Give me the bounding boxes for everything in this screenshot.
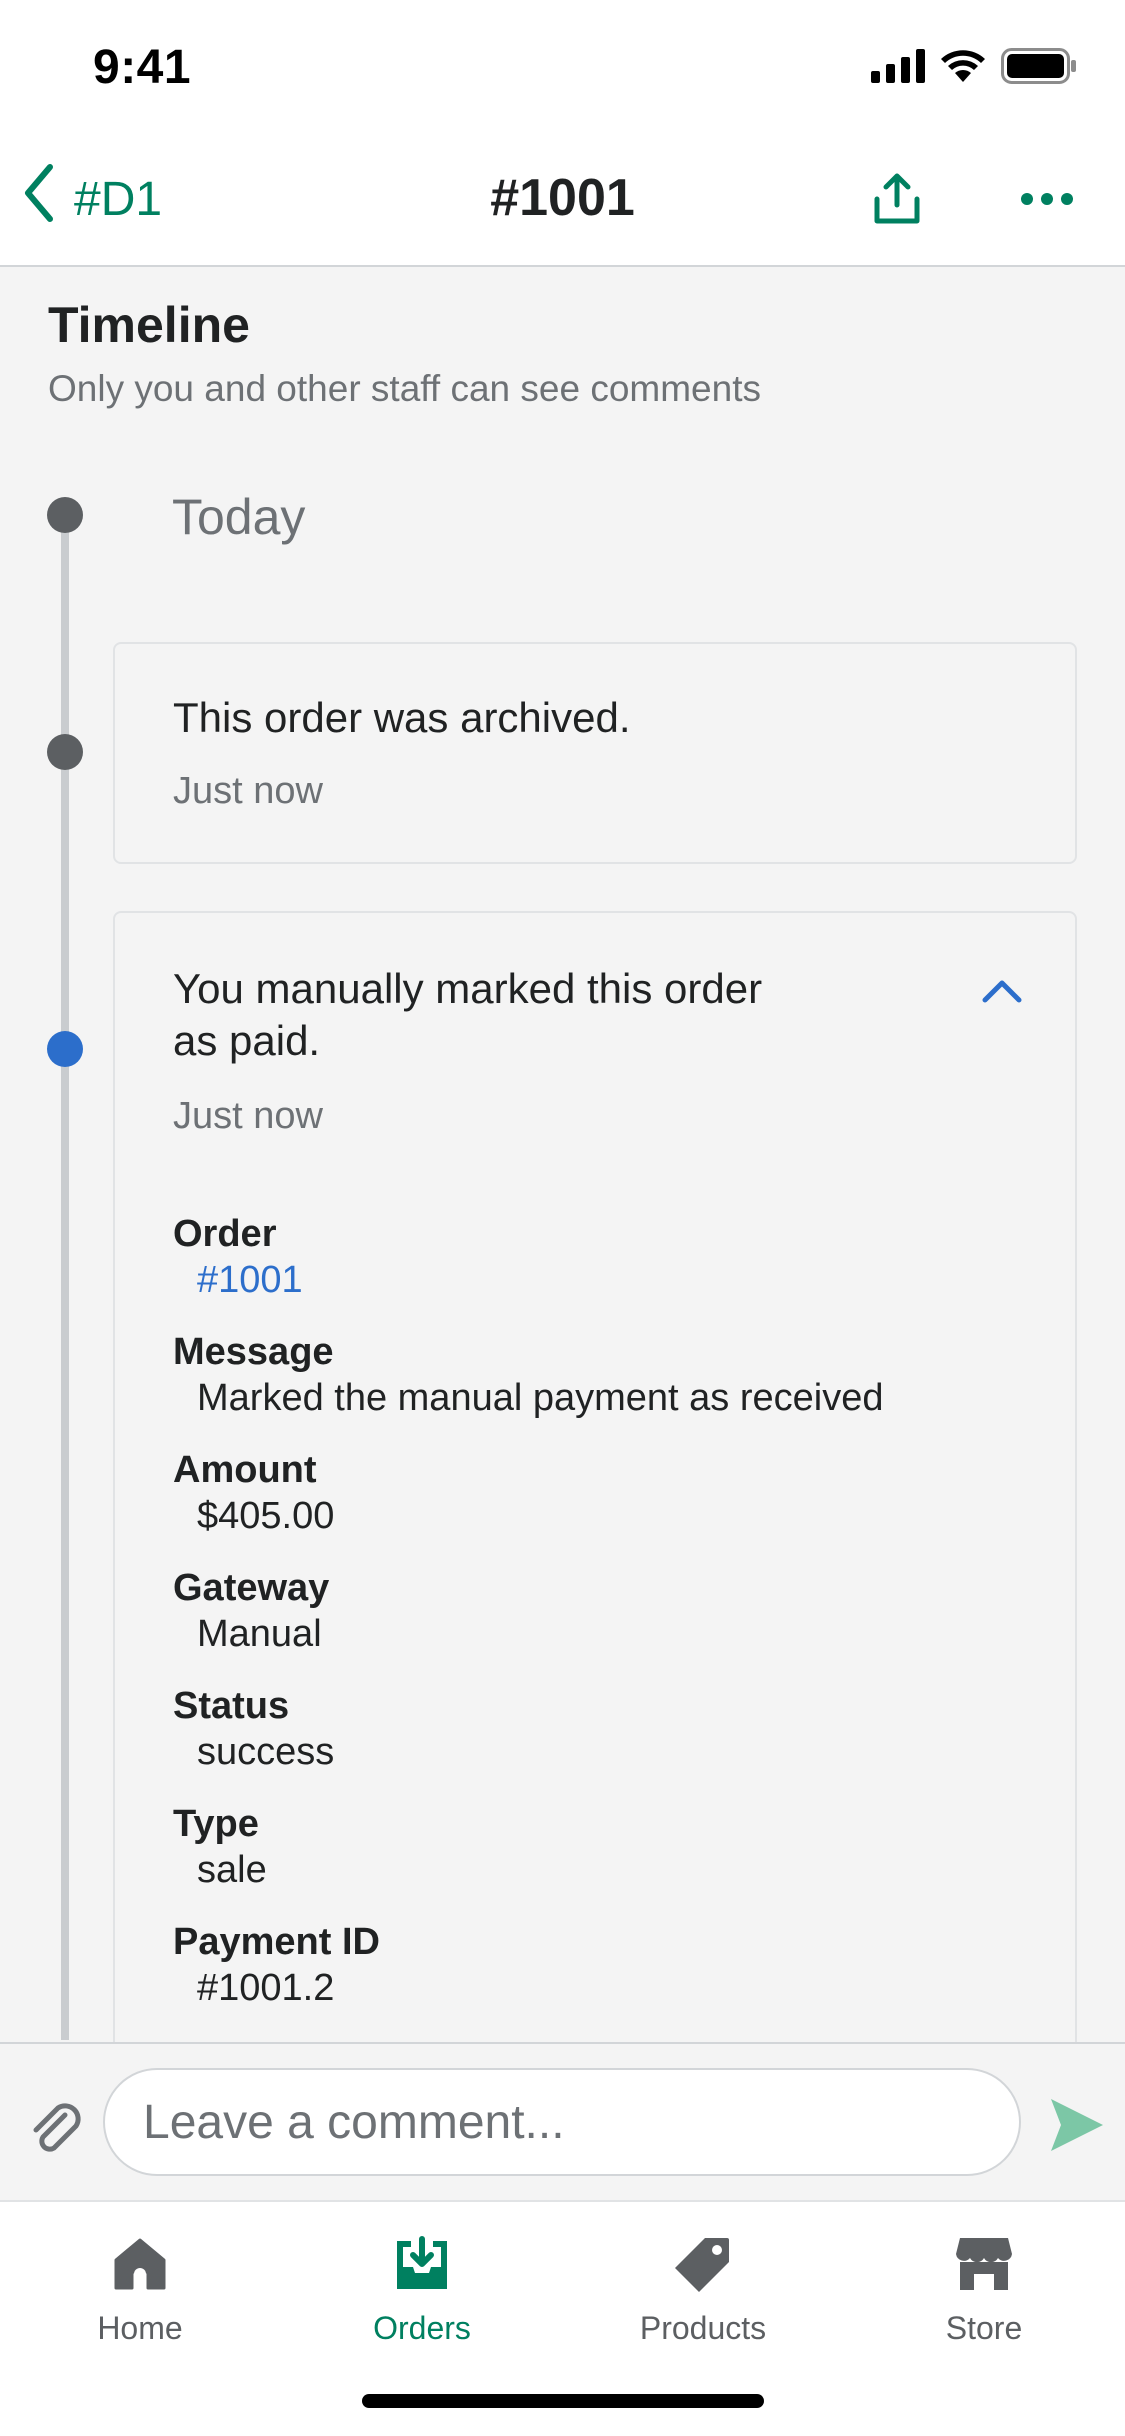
timeline-dot-today bbox=[47, 497, 83, 533]
detail-payment-id-value: #1001.2 bbox=[197, 1967, 335, 2009]
detail-type-value: sale bbox=[197, 1849, 267, 1891]
event-time: Just now bbox=[173, 1095, 323, 1137]
tab-orders[interactable]: Orders bbox=[302, 2232, 542, 2362]
event-time: Just now bbox=[173, 770, 323, 812]
battery-icon bbox=[1001, 47, 1077, 89]
status-bar: 9:41 bbox=[0, 0, 1125, 132]
detail-type-label: Type bbox=[173, 1803, 259, 1845]
timeline-dot-archived bbox=[47, 734, 83, 770]
back-button[interactable]: #D1 bbox=[22, 164, 162, 234]
tab-home[interactable]: Home bbox=[20, 2232, 260, 2362]
detail-message-label: Message bbox=[173, 1331, 334, 1373]
home-indicator bbox=[362, 2394, 764, 2408]
timeline-dot-paid bbox=[47, 1031, 83, 1067]
chevron-left-icon bbox=[22, 163, 56, 235]
detail-payment-id-label: Payment ID bbox=[173, 1921, 380, 1963]
detail-message-value: Marked the manual payment as received bbox=[197, 1377, 884, 1419]
back-label: #D1 bbox=[74, 172, 163, 226]
more-icon bbox=[1020, 192, 1074, 211]
send-button[interactable] bbox=[1044, 2094, 1110, 2160]
chevron-up-icon bbox=[981, 978, 1023, 1009]
collapse-button[interactable] bbox=[977, 973, 1027, 1013]
nav-bar: #D1 #1001 bbox=[0, 132, 1125, 267]
comment-input[interactable] bbox=[103, 2068, 1021, 2176]
detail-amount-value: $405.00 bbox=[197, 1495, 335, 1537]
tab-products[interactable]: Products bbox=[583, 2232, 823, 2362]
event-card-paid: You manually marked this order as paid. … bbox=[113, 911, 1077, 2061]
detail-status-label: Status bbox=[173, 1685, 290, 1727]
event-text-line2: as paid. bbox=[173, 1017, 321, 1064]
detail-order-label: Order bbox=[173, 1213, 277, 1255]
tab-bar: Home Orders Products Store bbox=[0, 2200, 1125, 2436]
detail-gateway-label: Gateway bbox=[173, 1567, 330, 1609]
tab-label: Products bbox=[639, 2310, 767, 2346]
status-icons bbox=[871, 47, 1077, 89]
timeline-day-label: Today bbox=[172, 489, 306, 545]
detail-order-link[interactable]: #1001 bbox=[197, 1259, 303, 1302]
share-button[interactable] bbox=[862, 166, 932, 236]
tab-label: Orders bbox=[373, 2310, 471, 2346]
timeline-subtitle: Only you and other staff can see comment… bbox=[48, 368, 761, 409]
home-icon bbox=[108, 2232, 172, 2296]
event-card-archived: This order was archived. Just now bbox=[113, 642, 1077, 864]
wifi-icon bbox=[939, 48, 987, 89]
detail-status-value: success bbox=[197, 1731, 335, 1773]
attach-button[interactable] bbox=[22, 2094, 92, 2164]
page-title: #1001 bbox=[490, 169, 635, 227]
event-text-line1: You manually marked this order bbox=[173, 965, 763, 1012]
send-icon bbox=[1047, 2095, 1107, 2160]
paperclip-icon bbox=[25, 2095, 89, 2164]
cellular-signal-icon bbox=[871, 48, 925, 88]
tab-label: Store bbox=[945, 2310, 1023, 2346]
tag-icon bbox=[671, 2232, 735, 2296]
comment-bar bbox=[0, 2042, 1125, 2200]
more-button[interactable] bbox=[1010, 166, 1084, 236]
orders-icon bbox=[390, 2232, 454, 2296]
timeline-title: Timeline bbox=[48, 297, 250, 353]
status-time: 9:41 bbox=[93, 41, 192, 94]
tab-label: Home bbox=[97, 2310, 183, 2346]
tab-store[interactable]: Store bbox=[864, 2232, 1104, 2362]
detail-gateway-value: Manual bbox=[197, 1613, 322, 1655]
share-icon bbox=[869, 171, 925, 232]
store-icon bbox=[952, 2232, 1016, 2296]
event-text: This order was archived. bbox=[173, 694, 631, 741]
detail-amount-label: Amount bbox=[173, 1449, 317, 1491]
